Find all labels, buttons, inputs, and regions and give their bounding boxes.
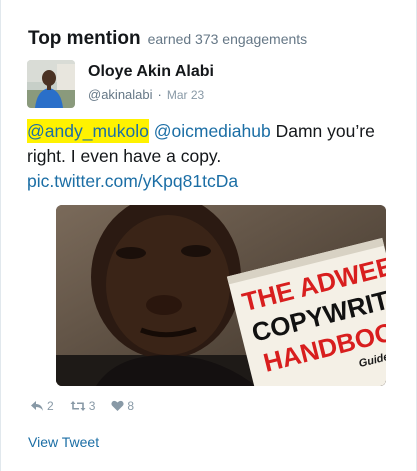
tweet-date[interactable]: Mar 23 xyxy=(167,88,204,102)
engagements-subtitle: earned 373 engagements xyxy=(147,31,308,47)
view-tweet-link[interactable]: View Tweet xyxy=(28,434,99,450)
retweet-icon xyxy=(70,401,86,411)
tweet-photo[interactable]: THE ADWEEK COPYWRITING HANDBOOK Guide t xyxy=(56,205,386,386)
heart-icon xyxy=(111,400,124,411)
author-handle[interactable]: @akinalabi xyxy=(88,87,153,102)
mention-oicmediahub[interactable]: @oicmediahub xyxy=(154,121,271,141)
retweet-count: 3 xyxy=(88,399,96,413)
avatar[interactable] xyxy=(27,60,75,108)
reply-icon xyxy=(31,401,43,411)
author-name[interactable]: Oloye Akin Alabi xyxy=(88,63,214,81)
card-title: Top mention xyxy=(28,28,141,49)
tweet-media-link[interactable]: pic.twitter.com/yKpq81tcDa xyxy=(27,171,238,191)
like-count: 8 xyxy=(127,399,135,413)
tweet-text: @andy_mukolo @oicmediahub Damn you’re ri… xyxy=(27,119,387,194)
meta-separator: · xyxy=(157,87,162,102)
retweet-button[interactable]: 3 xyxy=(70,399,96,413)
mention-andy-mukolo[interactable]: @andy_mukolo xyxy=(27,119,149,143)
tweet-actions: 2 3 8 xyxy=(30,399,150,413)
top-mention-card: Top mention earned 373 engagements Oloye… xyxy=(0,0,417,471)
reply-count: 2 xyxy=(47,399,54,413)
like-button[interactable]: 8 xyxy=(111,399,134,413)
card-header: Top mention earned 373 engagements xyxy=(28,28,307,50)
reply-button[interactable]: 2 xyxy=(30,399,54,413)
tweet-meta: @akinalabi · Mar 23 xyxy=(88,87,204,102)
